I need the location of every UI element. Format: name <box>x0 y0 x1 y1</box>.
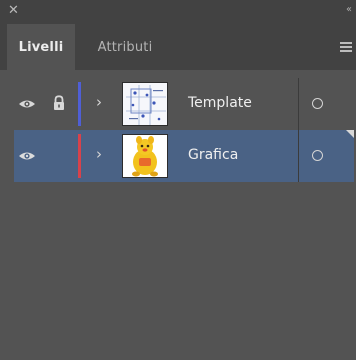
template-thumbnail <box>122 82 168 126</box>
layer-color-indicator <box>78 82 81 126</box>
column-divider <box>298 78 299 130</box>
chevron-right-icon[interactable]: › <box>96 144 102 164</box>
layer-row-template[interactable]: › Template <box>14 78 354 130</box>
eye-icon[interactable] <box>18 96 36 110</box>
layer-row-grafica[interactable]: › Grafica <box>14 130 354 182</box>
chevron-right-icon[interactable]: › <box>96 92 102 112</box>
tab-livelli[interactable]: Livelli <box>7 24 75 70</box>
lock-icon[interactable] <box>52 95 66 111</box>
layer-name[interactable]: Grafica <box>188 146 238 164</box>
target-circle-icon[interactable] <box>312 98 323 109</box>
grafica-thumbnail <box>122 134 168 178</box>
hamburger-menu-icon[interactable] <box>340 42 352 52</box>
tab-bar: Livelli Attributi <box>0 24 356 70</box>
eye-icon[interactable] <box>18 148 36 162</box>
column-divider <box>298 130 299 182</box>
collapse-icon[interactable]: ‹‹ <box>346 3 352 17</box>
panel-titlebar: ✕ ‹‹ <box>0 0 356 24</box>
tab-attributi[interactable]: Attributi <box>82 24 168 70</box>
layer-color-indicator <box>78 134 81 178</box>
layer-name[interactable]: Template <box>188 94 252 112</box>
target-circle-icon[interactable] <box>312 150 323 161</box>
layers-panel: ✕ ‹‹ Livelli Attributi › Template › Graf… <box>0 0 356 360</box>
close-icon[interactable]: ✕ <box>8 3 19 19</box>
selection-indicator-icon <box>346 130 354 138</box>
